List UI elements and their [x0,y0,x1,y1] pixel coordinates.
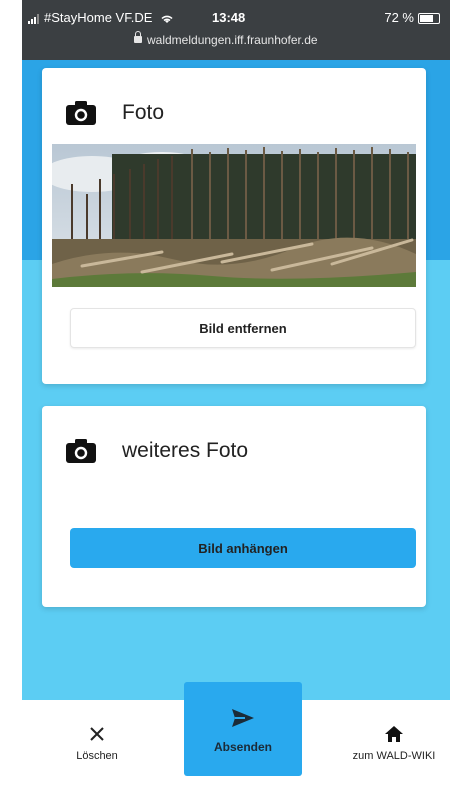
wiki-label: zum WALD-WIKI [352,750,436,762]
carrier-info: #StayHome VF.DE [28,10,174,25]
battery-icon [418,13,440,25]
camera-icon [66,101,96,125]
send-label: Absenden [213,740,272,754]
main-content: Foto Bild entfernen weiteres Foto Bild a… [22,60,450,700]
additional-photo-card: weiteres Foto Bild anhängen [42,406,426,607]
signal-icon [28,13,39,24]
send-icon [232,709,254,727]
clock: 13:48 [212,10,246,25]
send-button[interactable]: Absenden [184,682,302,776]
delete-button[interactable]: Löschen [52,726,142,762]
lock-icon [134,31,142,43]
phone-screen: #StayHome VF.DE 13:48 72 % waldmeldungen… [22,0,450,789]
attach-image-button[interactable]: Bild anhängen [70,528,416,568]
camera-icon [66,439,96,463]
photo-card: Foto Bild entfernen [42,68,426,384]
wifi-icon [161,15,173,23]
battery-status: 72 % [384,10,440,25]
bottom-navigation: Löschen Absenden zum WALD-WIKI [22,682,450,789]
battery-percent: 72 % [384,10,414,25]
wiki-button[interactable]: zum WALD-WIKI [342,726,446,762]
delete-label: Löschen [76,750,118,762]
address-bar[interactable]: waldmeldungen.iff.fraunhofer.de [134,31,318,47]
close-icon [90,727,104,741]
card-header: Foto [66,98,164,128]
forest-photo [52,144,416,287]
home-icon [385,726,403,742]
card-title: weiteres Foto [122,439,249,462]
carrier-text: #StayHome VF.DE [44,10,153,25]
card-header: weiteres Foto [66,436,248,466]
status-bar: #StayHome VF.DE 13:48 72 % waldmeldungen… [22,0,450,60]
card-title: Foto [122,101,165,124]
remove-image-button[interactable]: Bild entfernen [70,308,416,348]
url-text: waldmeldungen.iff.fraunhofer.de [147,33,318,47]
